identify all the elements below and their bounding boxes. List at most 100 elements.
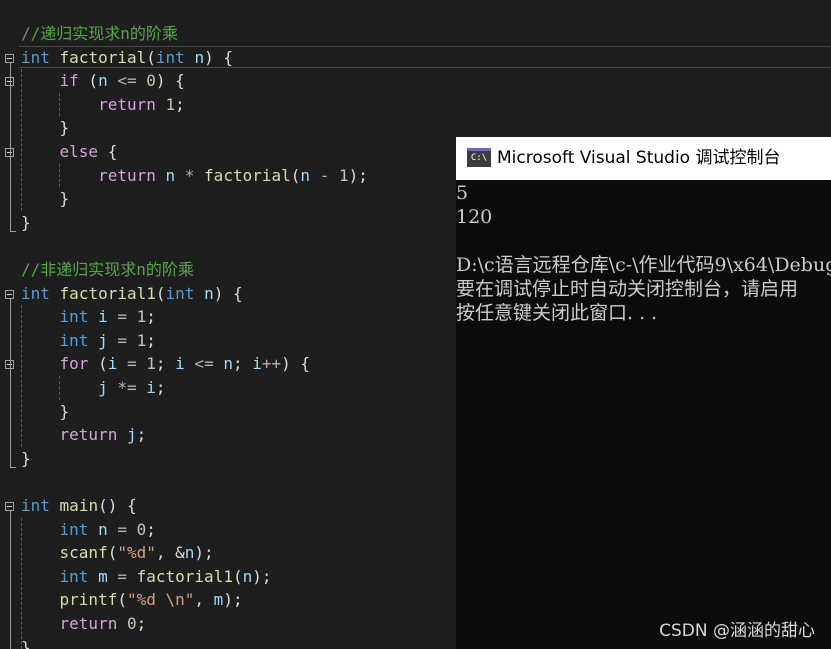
code-token: } — [21, 448, 31, 468]
code-text: } — [21, 211, 31, 235]
code-token: return — [59, 614, 118, 633]
code-token: ( — [107, 543, 118, 563]
code-token: n — [242, 566, 253, 586]
code-token: ) { — [281, 354, 311, 374]
code-token: ; — [232, 354, 253, 374]
code-token: ); — [194, 543, 214, 563]
fold-region-end — [10, 466, 16, 468]
code-token: ( — [78, 71, 99, 91]
watermark: CSDN @涵涵的甜心 — [659, 621, 815, 641]
code-text: return 0; — [21, 612, 147, 636]
code-token: scanf — [59, 543, 108, 563]
code-token: int — [21, 283, 50, 303]
code-token: n — [98, 519, 108, 539]
code-token: 0 — [146, 71, 156, 91]
code-token: ; — [155, 354, 176, 374]
code-token: 1 — [136, 330, 147, 350]
code-text: int n = 0; — [21, 518, 156, 542]
console-output-line: 5 — [456, 182, 469, 204]
code-token: <= — [107, 71, 147, 91]
fold-toggle-icon[interactable] — [5, 502, 14, 511]
code-text: int factorial1(int n) { — [21, 282, 243, 306]
code-token: 1 — [165, 94, 176, 114]
code-token: = — [107, 330, 137, 350]
code-token: i — [252, 354, 262, 374]
code-token: //非递归实现求n的阶乘 — [21, 260, 194, 279]
debug-console-window[interactable]: C:\ Microsoft Visual Studio 调试控制台 5 120 D:… — [456, 137, 831, 649]
code-token: "%d" — [117, 543, 156, 563]
code-token: ); — [348, 165, 368, 185]
fold-region-line — [10, 511, 11, 649]
code-token: printf — [59, 590, 118, 610]
code-token: () { — [98, 496, 137, 515]
code-token: n — [165, 165, 176, 185]
code-token: int — [59, 330, 89, 350]
code-token: ; — [146, 330, 156, 350]
code-token: } — [21, 189, 70, 209]
code-token: j — [98, 330, 108, 350]
code-text: } — [21, 400, 70, 424]
code-token: - — [310, 165, 339, 185]
console-title: Microsoft Visual Studio 调试控制台 — [497, 148, 781, 168]
code-text: j *= i; — [21, 376, 166, 400]
code-text: else { — [21, 140, 118, 164]
code-token: i — [146, 378, 156, 397]
console-output-line: 要在调试停止时自动关闭控制台，请启用 — [456, 278, 799, 300]
code-token: ( — [88, 354, 108, 374]
fold-toggle-icon[interactable] — [5, 53, 14, 63]
console-title-bar[interactable]: C:\ Microsoft Visual Studio 调试控制台 — [456, 137, 831, 180]
code-token: } — [21, 118, 70, 138]
code-text: } — [21, 187, 70, 211]
code-text: } — [21, 636, 31, 649]
code-token: m — [98, 566, 108, 586]
code-token: 1 — [146, 354, 156, 374]
code-token: return — [98, 94, 156, 114]
code-text: return j; — [21, 423, 147, 447]
fold-toggle-icon[interactable] — [5, 289, 14, 299]
code-token: ++ — [261, 354, 282, 374]
console-output-line: 按任意键关闭此窗口. . . — [456, 302, 658, 324]
code-text: return 1; — [21, 93, 185, 117]
code-token: ( — [117, 590, 127, 610]
code-token: ) { — [204, 47, 233, 67]
code-token: factorial — [204, 165, 291, 185]
code-token: j — [98, 378, 108, 397]
code-text: if (n <= 0) { — [21, 69, 185, 93]
code-token: n — [300, 165, 311, 185]
code-token: * — [175, 165, 205, 185]
code-token: ; — [136, 614, 147, 633]
code-text: int j = 1; — [21, 329, 156, 353]
code-token: else — [59, 142, 99, 161]
fold-region-line — [10, 62, 11, 231]
code-token: j — [126, 425, 137, 445]
code-token: 1 — [338, 165, 349, 185]
code-token: ; — [155, 378, 166, 397]
code-token: ; — [146, 307, 156, 327]
code-token: ; — [136, 425, 147, 445]
code-text: int main() { — [21, 494, 137, 518]
code-token: 1 — [136, 307, 147, 327]
fold-region-end — [10, 230, 16, 232]
code-token: return — [98, 165, 156, 185]
code-token: factorial — [59, 47, 147, 67]
code-token: n — [184, 543, 195, 563]
console-window-icon: C:\ — [467, 148, 491, 167]
code-token: ) { — [213, 283, 243, 303]
code-token: int — [21, 47, 50, 67]
code-token: n — [98, 71, 108, 91]
code-token: factorial1 — [136, 566, 233, 586]
screenshot-root: //递归实现求n的阶乘 int factorial(int n) { if (n … — [0, 0, 831, 649]
